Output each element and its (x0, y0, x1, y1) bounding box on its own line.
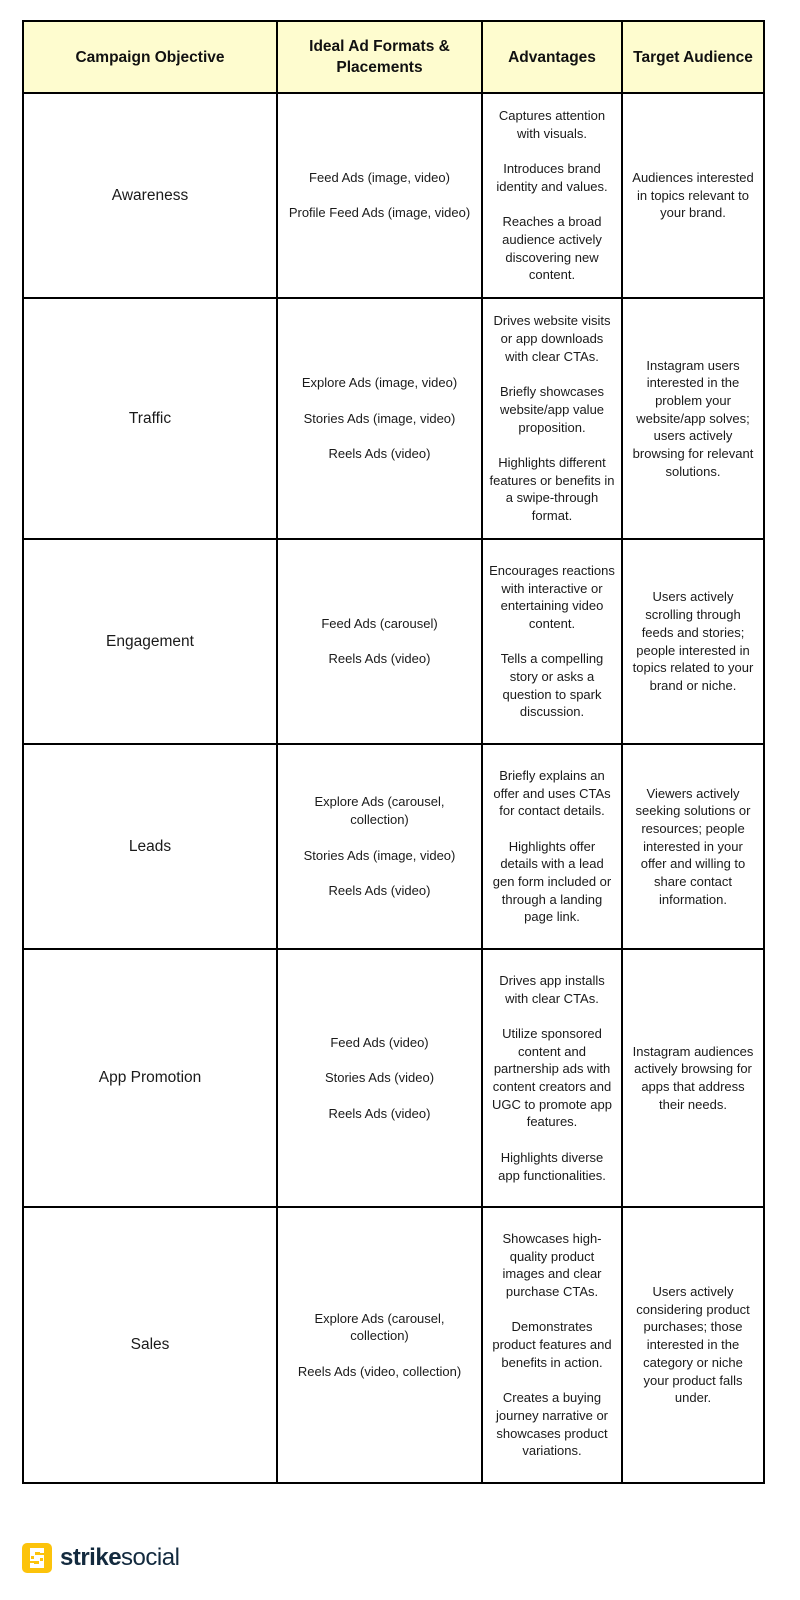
advantage-item: Creates a buying journey narrative or sh… (496, 1390, 608, 1459)
table-row: Sales Explore Ads (carousel, collection) R… (22, 1206, 765, 1484)
logo-text-strike: strike (60, 1544, 122, 1571)
objective-cell: Traffic (22, 297, 278, 540)
campaign-objectives-table: Campaign Objective Ideal Ad Formats & Pl… (22, 20, 765, 1484)
advantage-item: Showcases high-quality product images an… (502, 1230, 602, 1300)
ad-format-item: Reels Ads (video) (328, 1105, 431, 1121)
advantage-item: Reaches a broad audience actively discov… (502, 214, 602, 283)
ad-format-item: Reels Ads (video) (328, 446, 431, 462)
ad-format-item: Explore Ads (carousel, collection) (314, 794, 445, 828)
header-campaign-objective: Campaign Objective (22, 20, 278, 94)
objective-cell: Sales (22, 1206, 278, 1484)
ad-format-item: Stories Ads (image, video) (303, 847, 456, 863)
advantages-cell: Drives app installs with clear CTAs. Util… (481, 948, 623, 1208)
table-row: Awareness Feed Ads (image, video) Profile … (22, 92, 765, 299)
formats-cell: Feed Ads (carousel) Reels Ads (video) (276, 538, 483, 745)
advantage-item: Briefly showcases website/app value prop… (499, 384, 605, 435)
advantages-cell: Captures attention with visuals. Introduc… (481, 92, 623, 299)
advantages-cell: Showcases high-quality product images an… (481, 1206, 623, 1484)
audience-cell: Instagram audiences actively browsing fo… (621, 948, 765, 1208)
advantage-item: Captures attention with visuals. (498, 108, 606, 141)
advantage-item: Introduces brand identity and values. (496, 161, 608, 194)
formats-cell: Explore Ads (carousel, collection) Reels … (276, 1206, 483, 1484)
objective-cell: App Promotion (22, 948, 278, 1208)
ad-format-item: Feed Ads (video) (330, 1034, 429, 1050)
ad-format-item: Reels Ads (video, collection) (297, 1363, 462, 1379)
audience-cell: Audiences interested in topics relevant … (621, 92, 765, 299)
strike-social-logo: strikesocial (22, 1543, 180, 1573)
audience-cell: Users actively considering product purch… (621, 1206, 765, 1484)
advantages-cell: Briefly explains an offer and uses CTAs … (481, 743, 623, 950)
ad-format-item: Feed Ads (carousel) (321, 615, 438, 631)
header-row: Campaign Objective Ideal Ad Formats & Pl… (22, 20, 765, 94)
audience-cell: Viewers actively seeking solutions or re… (621, 743, 765, 950)
ad-format-item: Reels Ads (video) (328, 651, 431, 667)
ad-format-item: Explore Ads (carousel, collection) (314, 1310, 445, 1344)
objective-cell: Engagement (22, 538, 278, 745)
ad-format-item: Stories Ads (image, video) (303, 410, 456, 426)
formats-cell: Explore Ads (image, video) Stories Ads (i… (276, 297, 483, 540)
advantage-item: Utilize sponsored content and partnershi… (492, 1025, 612, 1130)
comparison-table-container: Campaign Objective Ideal Ad Formats & Pl… (22, 20, 765, 1484)
advantage-item: Highlights diverse app functionalities. (498, 1149, 606, 1183)
advantage-item: Demonstrates product features and benefi… (492, 1319, 612, 1370)
advantage-item: Tells a compelling story or asks a quest… (500, 651, 604, 720)
header-target-audience: Target Audience (621, 20, 765, 94)
table-row: Engagement Feed Ads (carousel) Reels Ads (… (22, 538, 765, 745)
objective-cell: Awareness (22, 92, 278, 299)
formats-cell: Explore Ads (carousel, collection) Storie… (276, 743, 483, 950)
table-row: App Promotion Feed Ads (video) Stories Ads… (22, 948, 765, 1208)
audience-cell: Instagram users interested in the proble… (621, 297, 765, 540)
audience-cell: Users actively scrolling through feeds a… (621, 538, 765, 745)
objective-cell: Leads (22, 743, 278, 950)
strike-s-icon (22, 1543, 52, 1573)
ad-format-item: Stories Ads (video) (324, 1070, 435, 1086)
advantages-cell: Encourages reactions with interactive or… (481, 538, 623, 745)
header-advantages: Advantages (481, 20, 623, 94)
advantage-item: Drives app installs with clear CTAs. (499, 972, 605, 1006)
advantage-item: Drives website visits or app downloads w… (493, 313, 611, 364)
formats-cell: Feed Ads (video) Stories Ads (video) Reels… (276, 948, 483, 1208)
header-ad-formats: Ideal Ad Formats & Placements (276, 20, 483, 94)
advantage-item: Highlights offer details with a lead gen… (492, 838, 612, 925)
table-row: Traffic Explore Ads (image, video) Stories… (22, 297, 765, 540)
ad-format-item: Explore Ads (image, video) (301, 375, 458, 391)
ad-format-item: Profile Feed Ads (image, video) (288, 205, 471, 221)
formats-cell: Feed Ads (image, video) Profile Feed Ads … (276, 92, 483, 299)
table-row: Leads Explore Ads (carousel, collection) S… (22, 743, 765, 950)
logo-wordmark: strikesocial (60, 1543, 180, 1573)
logo-text-social: social (121, 1544, 180, 1571)
advantage-item: Encourages reactions with interactive or… (489, 562, 615, 631)
strike-s-glyph (30, 1548, 44, 1568)
advantage-item: Highlights different features or benefit… (489, 454, 615, 523)
ad-format-item: Feed Ads (image, video) (309, 169, 450, 185)
ad-format-item: Reels Ads (video) (328, 882, 431, 898)
advantage-item: Briefly explains an offer and uses CTAs … (493, 767, 611, 819)
advantages-cell: Drives website visits or app downloads w… (481, 297, 623, 540)
